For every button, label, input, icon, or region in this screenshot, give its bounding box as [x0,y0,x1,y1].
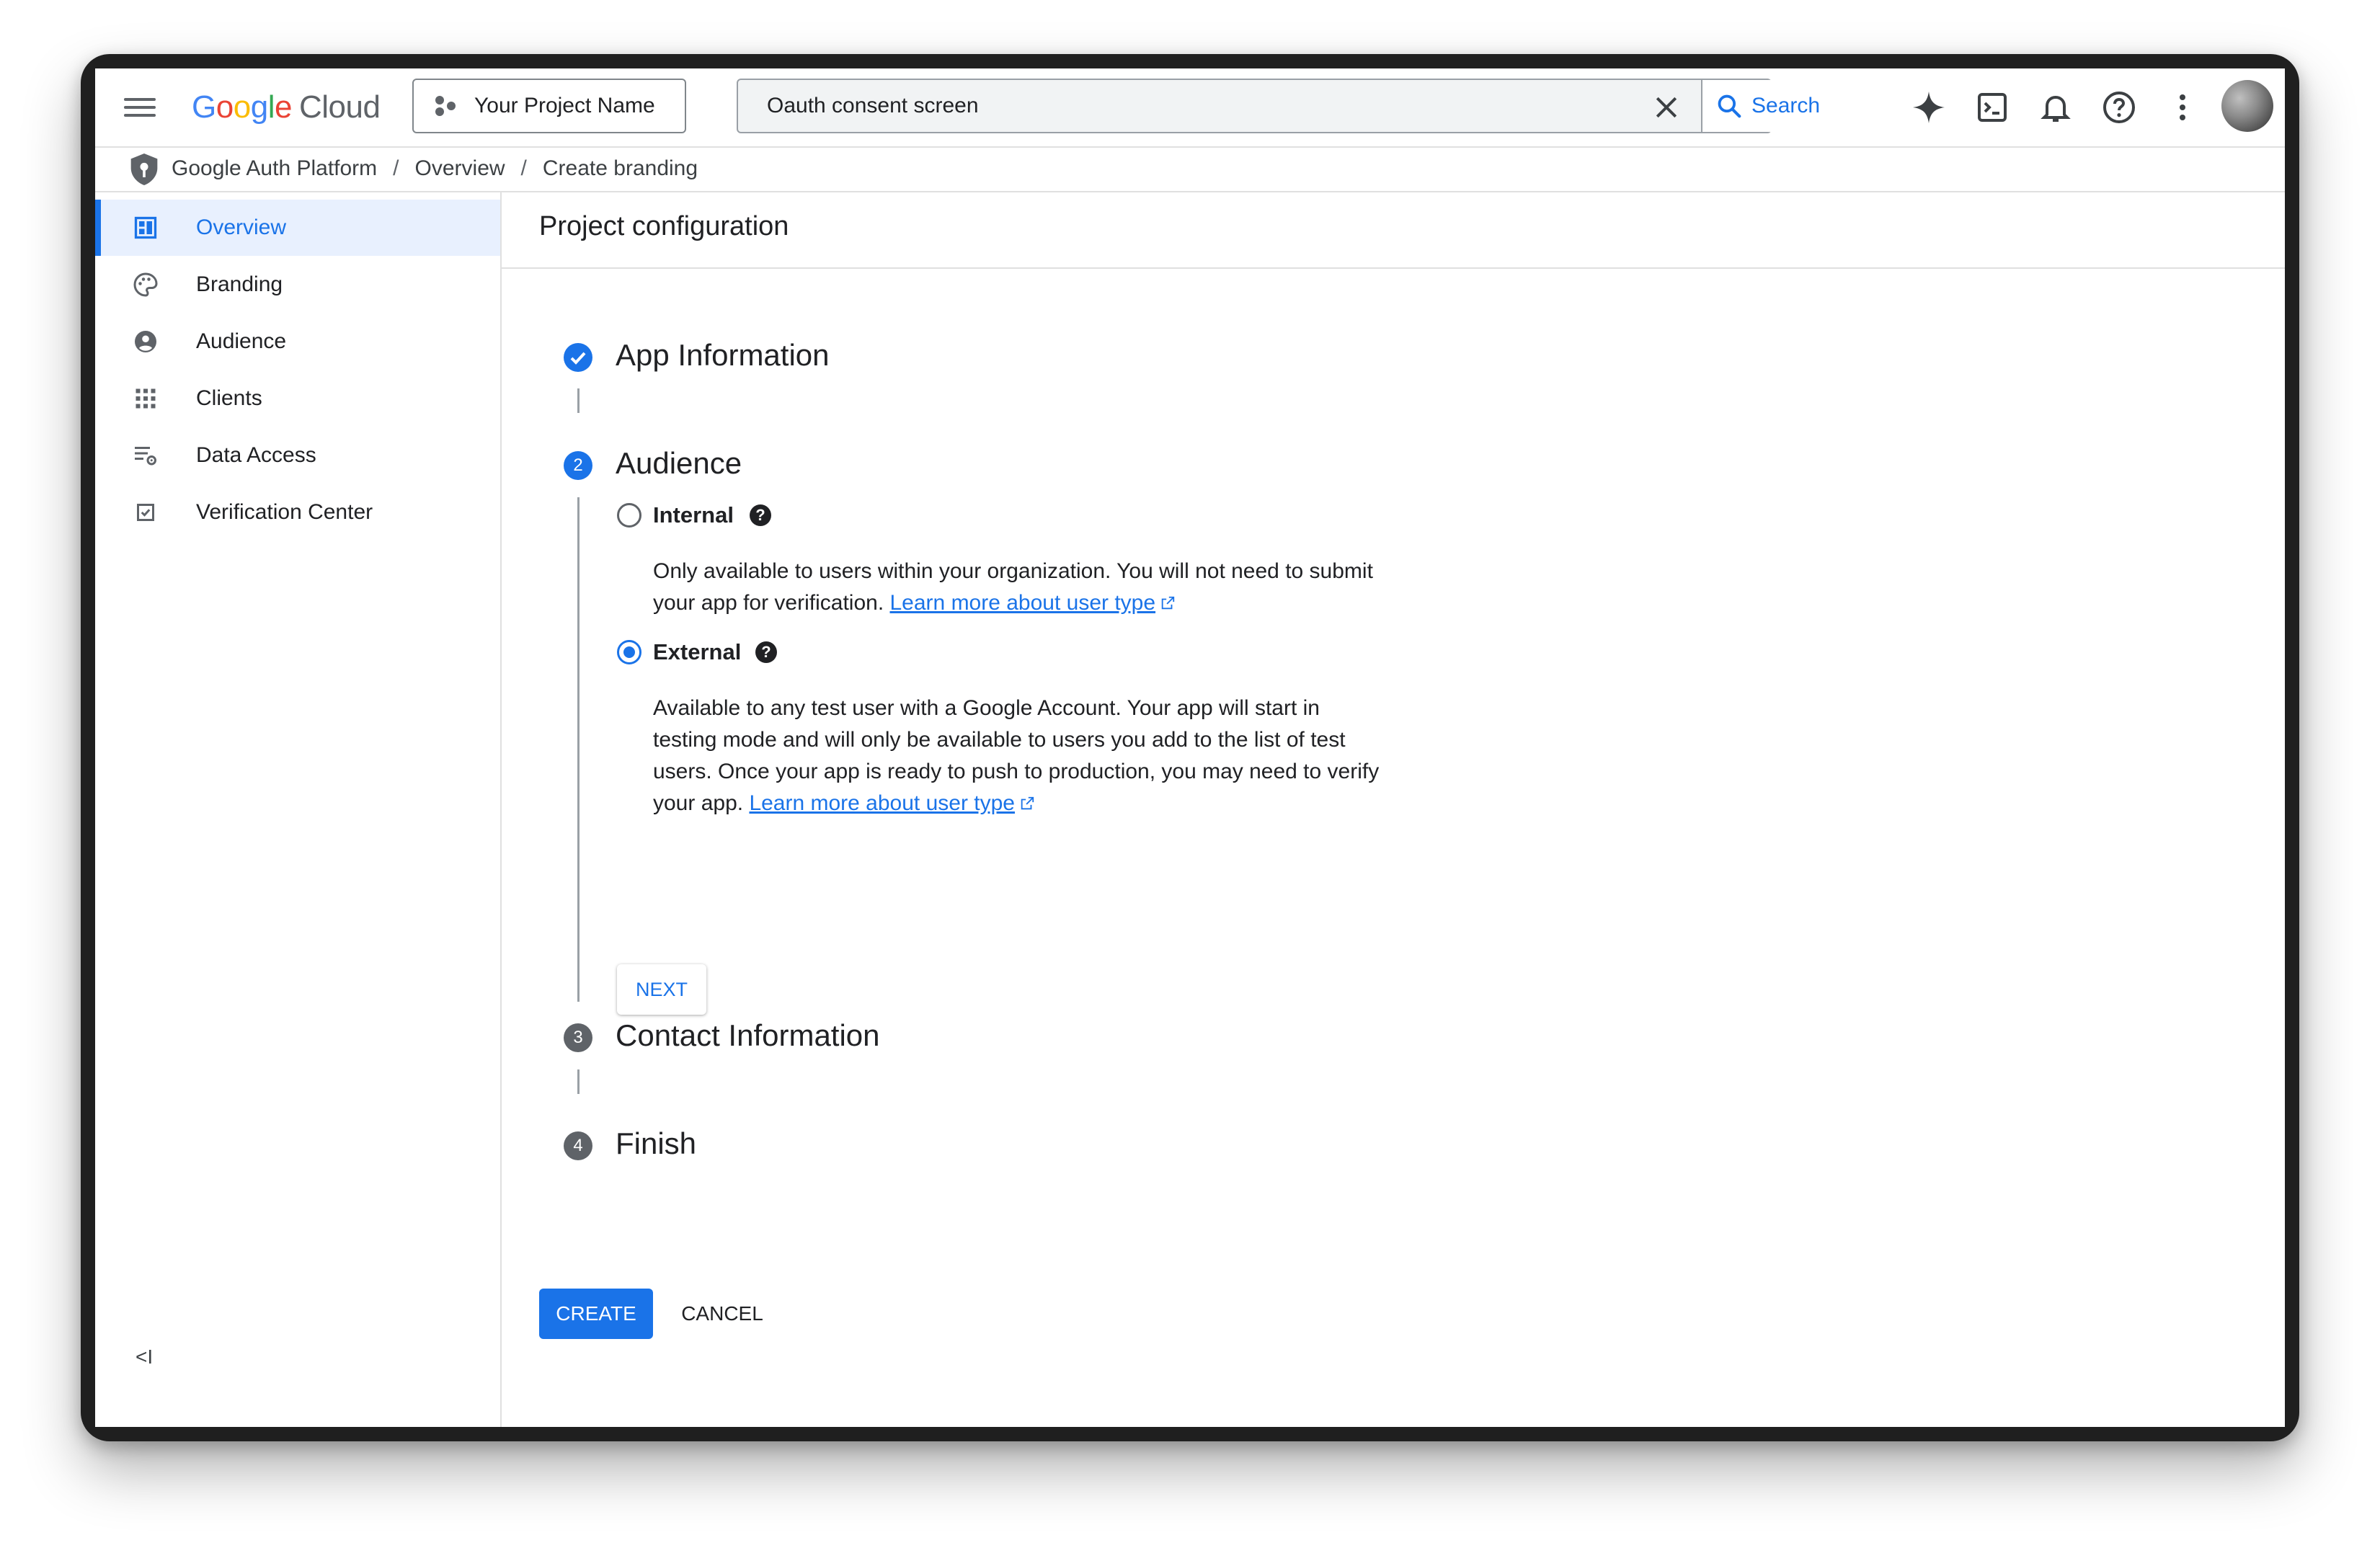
next-button[interactable]: NEXT [617,964,706,1015]
cancel-button[interactable]: CANCEL [672,1289,773,1339]
clear-search-icon[interactable] [1652,93,1681,122]
dashboard-icon [134,216,157,239]
create-button[interactable]: CREATE [539,1289,653,1339]
breadcrumb-item-create-branding: Create branding [542,156,698,180]
learn-more-user-type-link[interactable]: Learn more about user type [890,591,1176,615]
sidebar-item-label: Audience [196,329,287,353]
step-title-contact-information: Contact Information [616,1018,880,1052]
google-cloud-logo[interactable]: Google Cloud [192,84,381,130]
menu-icon[interactable] [124,93,156,122]
external-description: Available to any test user with a Google… [653,696,1380,815]
step-connector [577,388,580,413]
checkbox-icon [137,504,154,521]
main-content: Project configuration App Information 2 … [502,192,2285,1427]
help-icon[interactable] [2102,90,2136,125]
sidebar-item-audience[interactable]: Audience [95,313,500,370]
apps-grid-icon [136,388,156,409]
sidebar-item-branding[interactable]: Branding [95,257,500,313]
search-input[interactable] [765,93,1597,119]
avatar[interactable] [2221,80,2273,132]
collapse-sidebar-button[interactable]: <I [136,1345,153,1369]
breadcrumb-item-overview[interactable]: Overview [415,156,505,181]
breadcrumb-separator: / [520,156,527,180]
sidebar-item-label: Branding [196,272,283,296]
internal-description: Only available to users within your orga… [653,559,1373,615]
project-name: Your Project Name [474,94,655,117]
account-circle-icon [135,331,156,352]
external-link-icon [1021,796,1034,810]
title-divider [502,267,2285,269]
search-button-label: Search [1751,94,1821,117]
data-settings-icon [135,447,156,466]
step-number-badge: 3 [564,1023,592,1052]
sidebar-item-clients[interactable]: Clients [95,370,500,427]
external-link-icon [1161,596,1175,610]
sidebar-item-label: Overview [196,215,287,239]
notifications-icon[interactable] [2038,90,2073,125]
shield-icon [130,154,158,185]
search-button[interactable]: Search [1701,80,1845,132]
step-title-app-information[interactable]: App Information [616,338,830,373]
palette-icon [133,272,158,297]
step-complete-check-icon [564,343,592,372]
sidebar-item-data-access[interactable]: Data Access [95,427,500,484]
step-title-audience: Audience [616,446,742,480]
sidebar-item-label: Data Access [196,443,316,467]
step-connector [577,497,580,1002]
project-dots-icon [434,93,460,119]
step-number-badge: 4 [564,1131,592,1160]
top-app-bar: GoogleCloud Your Project Name Search [95,68,2285,148]
sidebar-item-label: Verification Center [196,500,373,524]
sidebar-item-label: Clients [196,386,262,410]
cloud-shell-icon[interactable] [1975,90,2010,125]
breadcrumb-separator: / [393,156,399,180]
step-number-badge: 2 [564,451,592,480]
gemini-spark-icon[interactable] [1911,90,1946,125]
search-bar: Search [737,79,1845,133]
step-connector [577,1069,580,1094]
project-picker-button[interactable]: Your Project Name [412,79,686,133]
learn-more-user-type-link[interactable]: Learn more about user type [749,791,1035,815]
page-title: Project configuration [539,211,789,241]
search-icon [1718,94,1741,118]
internal-radio[interactable] [617,503,641,528]
more-vert-icon[interactable] [2165,90,2200,125]
breadcrumb: Google Auth Platform / Overview / Create… [95,148,2285,192]
external-radio-label[interactable]: External [653,639,741,665]
internal-radio-label[interactable]: Internal [653,502,734,528]
external-radio[interactable] [617,640,641,664]
breadcrumb-item-auth-platform[interactable]: Google Auth Platform [172,156,377,181]
sidebar: Overview Branding Audience Clients Data … [95,192,502,1427]
sidebar-item-verification-center[interactable]: Verification Center [95,484,500,541]
sidebar-item-overview[interactable]: Overview [95,200,500,256]
app-window: GoogleCloud Your Project Name Search [95,68,2285,1427]
step-title-finish: Finish [616,1126,697,1160]
external-help-icon[interactable]: ? [755,641,777,663]
internal-help-icon[interactable]: ? [750,504,771,526]
